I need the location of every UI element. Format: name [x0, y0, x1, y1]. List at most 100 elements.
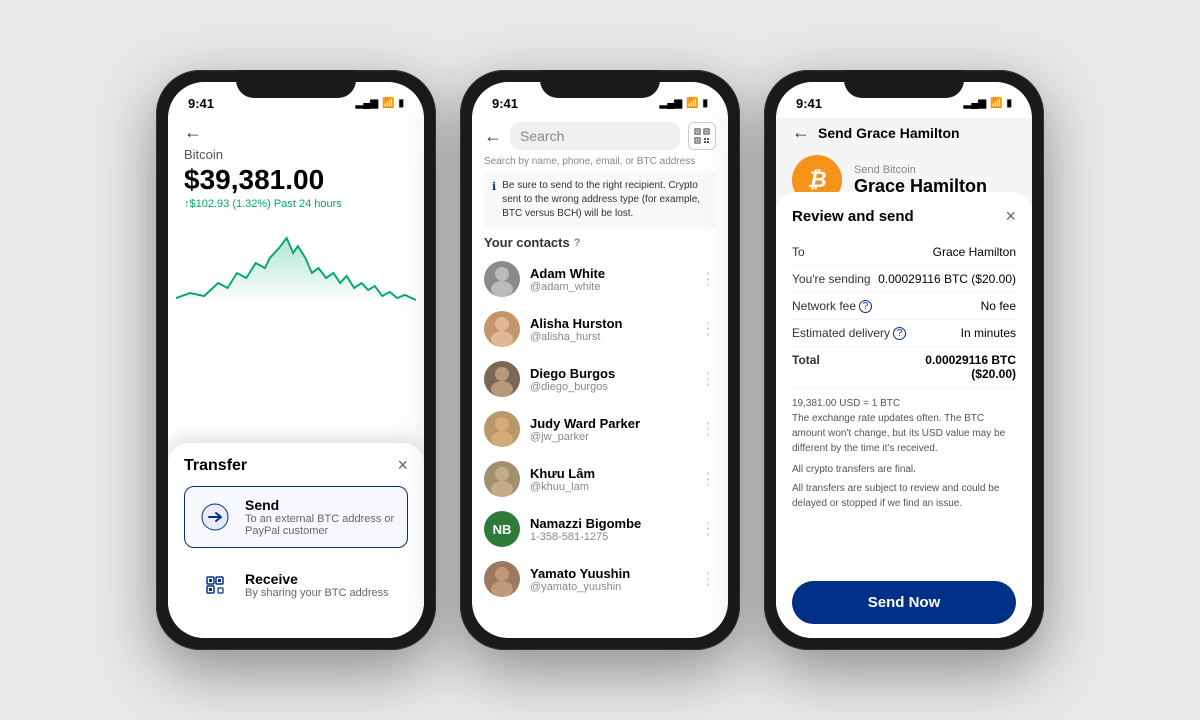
review-row-to: To Grace Hamilton [792, 239, 1016, 266]
contact-name-5: Namazzi Bigombe [530, 516, 690, 531]
more-icon-4[interactable]: ⋮ [700, 469, 716, 489]
contact-handle-6: @yamato_yuushin [530, 581, 690, 593]
contacts-label: Your contacts ? [484, 235, 716, 250]
receive-icon [197, 567, 233, 603]
contact-info-diego: Diego Burgos @diego_burgos [530, 366, 690, 393]
wifi-icon-2: 📶 [686, 98, 698, 109]
signal-icon-3: ▂▄▆ [964, 98, 986, 109]
contacts-help-icon: ? [574, 237, 581, 249]
contact-name-0: Adam White [530, 266, 690, 281]
back-button-3[interactable]: ← [792, 122, 810, 143]
time-1: 9:41 [188, 96, 214, 111]
delivery-value: In minutes [961, 326, 1016, 340]
wifi-icon-3: 📶 [990, 98, 1002, 109]
contact-item-5[interactable]: NB Namazzi Bigombe 1-358-581-1275 ⋮ [472, 504, 728, 554]
send-title: Send [245, 497, 395, 513]
send-now-button[interactable]: Send Now [792, 581, 1016, 624]
screen-3: 9:41 ▂▄▆ 📶 ▮ ← Send Grace Hamilton ₿ [776, 82, 1032, 638]
contacts-section: Your contacts ? [472, 235, 728, 254]
back-button-1[interactable]: ← [184, 122, 408, 143]
total-label: Total [792, 353, 820, 367]
notch-2 [540, 70, 660, 98]
notch-1 [236, 70, 356, 98]
info-icon: ℹ [492, 180, 496, 193]
avatar-yamato [484, 561, 520, 597]
review-modal: Review and send × To Grace Hamilton You'… [776, 192, 1032, 638]
more-icon-2[interactable]: ⋮ [700, 369, 716, 389]
modal-header: Transfer × [184, 455, 408, 476]
more-icon-0[interactable]: ⋮ [700, 269, 716, 289]
price-chart [176, 218, 416, 338]
send-option[interactable]: Send To an external BTC address or PayPa… [184, 486, 408, 548]
send-header-title: Send Grace Hamilton [818, 125, 960, 141]
total-value: 0.00029116 BTC($20.00) [925, 353, 1016, 381]
contact-handle-5: 1-358-581-1275 [530, 531, 690, 543]
contact-name-4: Khưu Lâm [530, 466, 690, 481]
review-title: Review and send [792, 208, 914, 225]
battery-icon-3: ▮ [1006, 98, 1012, 109]
send-option-text: Send To an external BTC address or PayPa… [245, 497, 395, 537]
contact-info-alisha: Alisha Hurston @alisha_hurst [530, 316, 690, 343]
delivery-label: Estimated delivery ? [792, 326, 906, 340]
crypto-change: ↑$102.93 (1.32%) Past 24 hours [184, 198, 408, 210]
final-note-2: All transfers are subject to review and … [792, 481, 1016, 511]
contact-item-0[interactable]: Adam White @adam_white ⋮ [472, 254, 728, 304]
avatar-judy [484, 411, 520, 447]
qr-scan-button[interactable] [688, 122, 716, 150]
more-icon-1[interactable]: ⋮ [700, 319, 716, 339]
send-label: Send Bitcoin [854, 164, 987, 176]
contact-item-4[interactable]: Khưu Lâm @khuu_lam ⋮ [472, 454, 728, 504]
notch-3 [844, 70, 964, 98]
more-icon-5[interactable]: ⋮ [700, 519, 716, 539]
status-icons-1: ▂▄▆ 📶 ▮ [356, 98, 404, 109]
modal-title: Transfer [184, 457, 247, 475]
back-button-2[interactable]: ← [484, 126, 502, 147]
review-row-fee: Network fee ? No fee [792, 293, 1016, 320]
to-value: Grace Hamilton [933, 245, 1016, 259]
fee-value: No fee [981, 299, 1016, 313]
wifi-icon: 📶 [382, 98, 394, 109]
time-3: 9:41 [796, 96, 822, 111]
info-banner: ℹ Be sure to send to the right recipient… [484, 171, 716, 229]
fee-help-icon[interactable]: ? [859, 300, 872, 313]
contact-item-6[interactable]: Yamato Yuushin @yamato_yuushin ⋮ [472, 554, 728, 604]
review-row-delivery: Estimated delivery ? In minutes [792, 320, 1016, 347]
close-button-3[interactable]: × [1005, 206, 1016, 227]
contact-handle-3: @jw_parker [530, 431, 690, 443]
contact-item-2[interactable]: Diego Burgos @diego_burgos ⋮ [472, 354, 728, 404]
search-placeholder: Search [520, 128, 564, 144]
info-text: Be sure to send to the right recipient. … [502, 179, 708, 221]
contact-item-1[interactable]: Alisha Hurston @alisha_hurst ⋮ [472, 304, 728, 354]
battery-icon-2: ▮ [702, 98, 708, 109]
contact-handle-2: @diego_burgos [530, 381, 690, 393]
review-header: Review and send × [792, 206, 1016, 227]
phone1-content: ← Bitcoin $39,381.00 ↑$102.93 (1.32%) Pa… [168, 118, 424, 638]
phone-1: 9:41 ▂▄▆ 📶 ▮ ← Bitcoin $39,381.00 ↑$102.… [156, 70, 436, 650]
more-icon-6[interactable]: ⋮ [700, 569, 716, 589]
phone2-header: ← Search [472, 118, 728, 156]
delivery-help-icon[interactable]: ? [893, 327, 906, 340]
avatar-diego [484, 361, 520, 397]
time-2: 9:41 [492, 96, 518, 111]
contact-name-6: Yamato Yuushin [530, 566, 690, 581]
search-hint: Search by name, phone, email, or BTC add… [472, 156, 728, 171]
search-input[interactable]: Search [510, 122, 680, 150]
more-icon-3[interactable]: ⋮ [700, 419, 716, 439]
contact-name-1: Alisha Hurston [530, 316, 690, 331]
signal-icon: ▂▄▆ [356, 98, 378, 109]
exchange-note: 19,381.00 USD = 1 BTC The exchange rate … [792, 396, 1016, 456]
review-row-sending: You're sending 0.00029116 BTC ($20.00) [792, 266, 1016, 293]
status-icons-2: ▂▄▆ 📶 ▮ [660, 98, 708, 109]
contact-info-yamato: Yamato Yuushin @yamato_yuushin [530, 566, 690, 593]
close-button-1[interactable]: × [397, 455, 408, 476]
receive-desc: By sharing your BTC address [245, 587, 389, 599]
screen-1: 9:41 ▂▄▆ 📶 ▮ ← Bitcoin $39,381.00 ↑$102.… [168, 82, 424, 638]
receive-title: Receive [245, 571, 389, 587]
contact-item-3[interactable]: Judy Ward Parker @jw_parker ⋮ [472, 404, 728, 454]
screen-2: 9:41 ▂▄▆ 📶 ▮ ← Search [472, 82, 728, 638]
contact-list: Adam White @adam_white ⋮ Alisha Hurston … [472, 254, 728, 638]
phone-2: 9:41 ▂▄▆ 📶 ▮ ← Search [460, 70, 740, 650]
contact-handle-1: @alisha_hurst [530, 331, 690, 343]
receive-option[interactable]: Receive By sharing your BTC address [184, 556, 408, 614]
contact-handle-0: @adam_white [530, 281, 690, 293]
